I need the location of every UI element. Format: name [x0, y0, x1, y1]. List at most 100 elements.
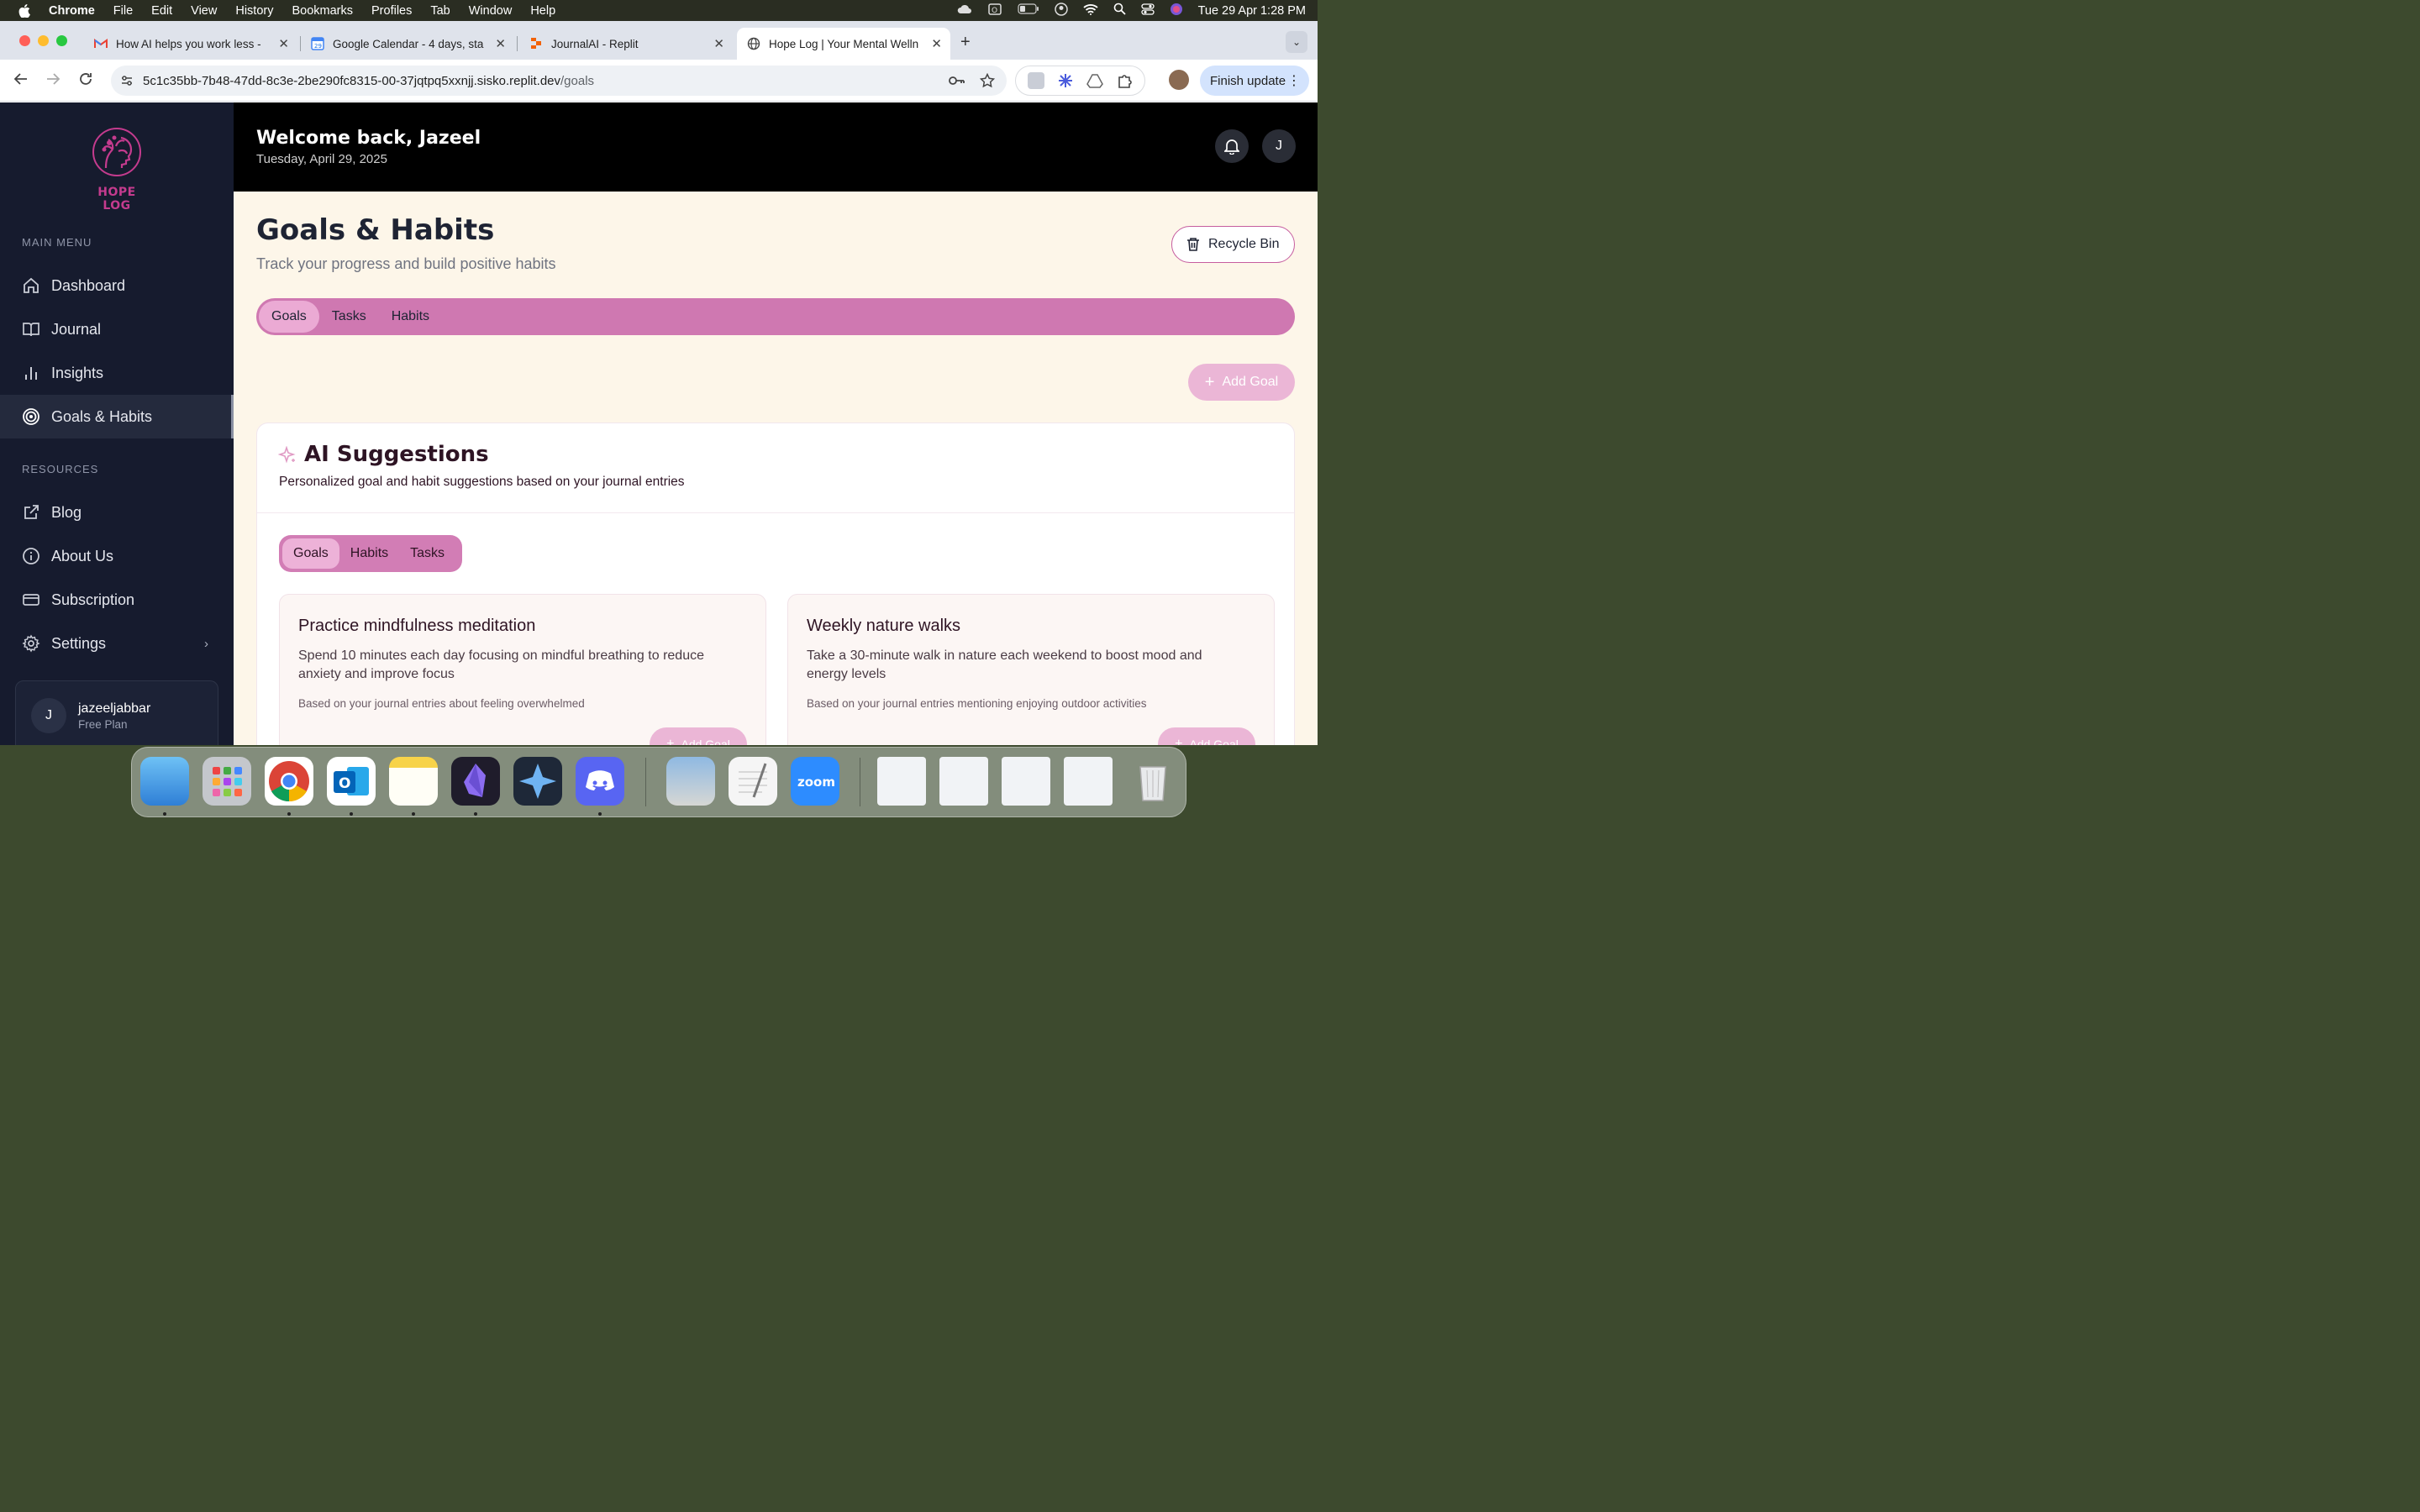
maximize-window-button[interactable]	[56, 35, 67, 46]
preview-icon[interactable]	[666, 757, 715, 806]
spark-icon[interactable]	[513, 757, 562, 806]
sidebar-item-settings[interactable]: Settings ›	[0, 622, 234, 665]
minimize-window-button[interactable]	[38, 35, 49, 46]
new-tab-plus-icon[interactable]: +	[960, 33, 971, 52]
browser-toolbar: 5c1c35bb-7b48-47dd-8c3e-2be290fc8315-00-…	[0, 60, 1318, 102]
battery-icon[interactable]	[1017, 3, 1039, 18]
apple-logo-icon[interactable]	[18, 3, 34, 18]
sidebar-item-blog[interactable]: Blog	[0, 491, 234, 534]
tab-goals[interactable]: Goals	[259, 301, 319, 333]
suggestion-title: Practice mindfulness meditation	[298, 617, 536, 635]
tab-habits[interactable]: Habits	[379, 301, 442, 333]
sidebar-item-dashboard[interactable]: Dashboard	[0, 264, 234, 307]
menu-window[interactable]: Window	[469, 4, 513, 18]
obsidian-icon[interactable]	[451, 757, 500, 806]
window-thumbnail-4[interactable]	[1064, 757, 1113, 806]
hope-log-logo[interactable]: HOPE LOG	[87, 126, 146, 213]
add-goal-label: Add Goal	[1222, 375, 1279, 389]
window-thumbnail-3[interactable]	[1002, 757, 1050, 806]
password-key-icon[interactable]	[948, 73, 965, 92]
menu-tab[interactable]: Tab	[430, 4, 450, 18]
forward-arrow-icon[interactable]	[45, 71, 60, 91]
discord-icon[interactable]	[576, 757, 624, 806]
suggestion-description: Take a 30-minute walk in nature each wee…	[807, 648, 1202, 681]
close-tab-icon[interactable]: ✕	[713, 36, 724, 51]
finish-update-button[interactable]: Finish update ⋮	[1200, 66, 1309, 96]
sidebar-item-journal[interactable]: Journal	[0, 307, 234, 351]
window-thumbnail-1[interactable]	[877, 757, 926, 806]
sidebar-item-subscription[interactable]: Subscription	[0, 578, 234, 622]
replit-icon	[529, 37, 543, 50]
menu-bookmarks[interactable]: Bookmarks	[292, 4, 353, 18]
ai-tab-habits[interactable]: Habits	[339, 538, 399, 569]
header-user-avatar[interactable]: J	[1262, 129, 1296, 163]
plan-label: Free Plan	[78, 718, 128, 731]
menu-view[interactable]: View	[191, 4, 217, 18]
trash-bin-icon[interactable]	[1128, 757, 1177, 806]
drive-extension-icon[interactable]	[1086, 72, 1104, 89]
address-bar[interactable]: 5c1c35bb-7b48-47dd-8c3e-2be290fc8315-00-…	[111, 66, 1007, 96]
menu-edit[interactable]: Edit	[151, 4, 172, 18]
finder-icon[interactable]	[140, 757, 189, 806]
chrome-icon[interactable]	[265, 757, 313, 806]
suggestion-add-goal-button[interactable]: + Add Goal	[650, 727, 747, 745]
notifications-bell-icon[interactable]	[1215, 129, 1249, 163]
wifi-icon[interactable]	[1082, 3, 1098, 18]
dev-tools-extension-icon[interactable]	[1027, 72, 1044, 89]
browser-tab-calendar[interactable]: 29 Google Calendar - 4 days, sta ✕	[301, 28, 514, 60]
globe-icon	[747, 37, 760, 50]
svg-text:O: O	[339, 775, 350, 792]
ai-tab-tasks[interactable]: Tasks	[399, 538, 455, 569]
trash-icon	[1186, 237, 1201, 252]
tab-tasks[interactable]: Tasks	[319, 301, 379, 333]
user-account-icon[interactable]	[1054, 2, 1068, 19]
launchpad-icon[interactable]	[203, 757, 251, 806]
suggestion-add-goal-button[interactable]: + Add Goal	[1158, 727, 1255, 745]
outlook-status-icon[interactable]: O	[987, 3, 1002, 18]
menu-app-name[interactable]: Chrome	[49, 4, 95, 18]
sidebar-item-label: Settings	[51, 634, 107, 652]
browser-tab-hope-log[interactable]: Hope Log | Your Mental Welln ✕	[737, 28, 950, 60]
cloud-icon[interactable]	[957, 3, 972, 18]
siri-icon[interactable]	[1170, 3, 1183, 19]
back-arrow-icon[interactable]	[13, 71, 29, 91]
ai-suggestions-card: AI Suggestions Personalized goal and hab…	[256, 423, 1295, 745]
reload-icon[interactable]	[78, 71, 93, 91]
snowflake-extension-icon[interactable]	[1057, 72, 1074, 89]
sidebar-item-about-us[interactable]: About Us	[0, 534, 234, 578]
browser-tab-replit[interactable]: JournalAI - Replit ✕	[519, 28, 733, 60]
menu-history[interactable]: History	[235, 4, 273, 18]
menu-help[interactable]: Help	[530, 4, 555, 18]
tab-search-chevron-icon[interactable]: ⌄	[1286, 31, 1307, 53]
suggestion-basis: Based on your journal entries about feel…	[298, 697, 585, 710]
close-tab-icon[interactable]: ✕	[278, 36, 289, 51]
sidebar-item-label: Goals & Habits	[51, 407, 153, 425]
close-tab-icon[interactable]: ✕	[495, 36, 506, 51]
menu-file[interactable]: File	[113, 4, 133, 18]
sidebar-item-goals-habits[interactable]: Goals & Habits	[0, 395, 234, 438]
sidebar-item-insights[interactable]: Insights	[0, 351, 234, 395]
puzzle-extensions-icon[interactable]	[1116, 72, 1133, 89]
textedit-icon[interactable]	[729, 757, 777, 806]
site-info-tune-icon[interactable]	[119, 73, 134, 88]
control-center-icon[interactable]	[1140, 3, 1155, 18]
window-thumbnail-2[interactable]	[939, 757, 988, 806]
zoom-icon[interactable]: zoom	[791, 757, 839, 806]
user-profile-card[interactable]: J jazeeljabbar Free Plan	[15, 680, 218, 745]
outlook-icon[interactable]: O	[327, 757, 376, 806]
bookmark-star-icon[interactable]	[979, 72, 996, 92]
close-tab-icon[interactable]: ✕	[931, 36, 942, 51]
more-menu-icon[interactable]: ⋮	[1287, 72, 1301, 89]
menu-profiles[interactable]: Profiles	[371, 4, 412, 18]
profile-avatar[interactable]	[1169, 70, 1189, 90]
recycle-bin-button[interactable]: Recycle Bin	[1171, 226, 1295, 263]
spotlight-search-icon[interactable]	[1113, 3, 1126, 18]
add-goal-button[interactable]: + Add Goal	[1188, 364, 1295, 401]
close-window-button[interactable]	[19, 35, 30, 46]
hope-log-app: HOPE LOG MAIN MENU Dashboard Journal Ins…	[0, 102, 1318, 745]
menubar-datetime[interactable]: Tue 29 Apr 1:28 PM	[1198, 4, 1306, 18]
sidebar-item-label: Blog	[51, 503, 82, 521]
notes-icon[interactable]	[389, 757, 438, 806]
browser-tab-gmail[interactable]: How AI helps you work less - ✕	[84, 28, 297, 60]
ai-tab-goals[interactable]: Goals	[282, 538, 339, 569]
